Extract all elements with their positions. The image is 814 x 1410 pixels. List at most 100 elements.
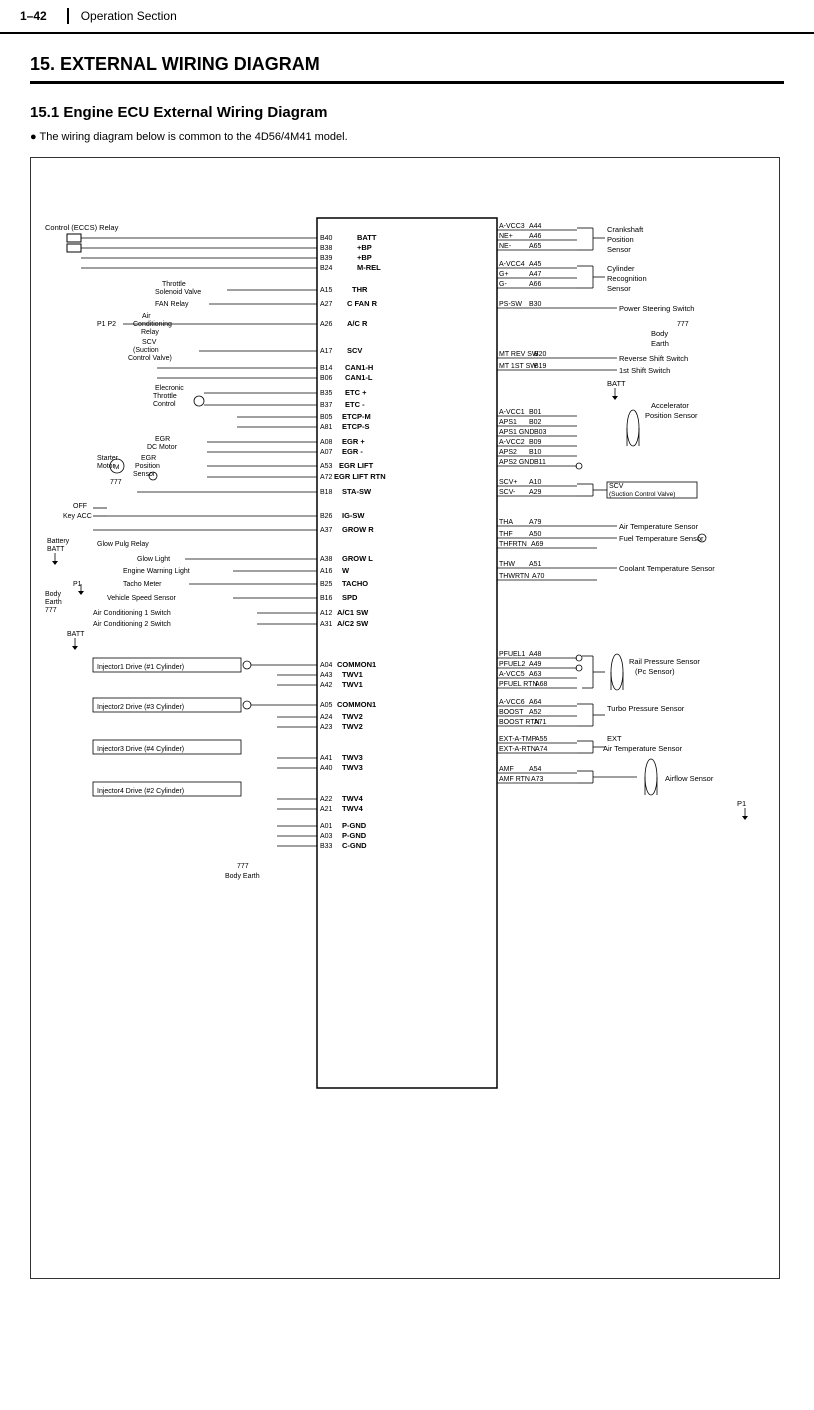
svg-text:A72: A72 <box>320 474 333 481</box>
svg-text:A47: A47 <box>529 271 542 278</box>
svg-text:B10: B10 <box>529 449 542 456</box>
svg-text:P1 P2: P1 P2 <box>97 321 116 328</box>
svg-text:FAN Relay: FAN Relay <box>155 301 189 308</box>
svg-text:NE-: NE- <box>499 243 512 250</box>
svg-text:A27: A27 <box>320 301 333 308</box>
svg-text:A05: A05 <box>320 702 333 709</box>
svg-text:(Suction Control Valve): (Suction Control Valve) <box>609 491 675 498</box>
svg-text:IG-SW: IG-SW <box>342 511 365 520</box>
svg-text:Body: Body <box>45 591 61 598</box>
svg-text:A04: A04 <box>320 662 333 669</box>
wiring-diagram: Control (ECCS) Relay B40 BATT B38 +BP B3… <box>30 157 780 1279</box>
note: ● The wiring diagram below is common to … <box>30 131 784 143</box>
svg-text:Sensor: Sensor <box>607 245 631 254</box>
svg-text:A21: A21 <box>320 806 333 813</box>
svg-text:PS-SW: PS-SW <box>499 301 522 308</box>
svg-text:COMMON1: COMMON1 <box>337 660 376 669</box>
svg-text:Sensor: Sensor <box>607 284 631 293</box>
svg-text:G+: G+ <box>499 271 509 278</box>
svg-text:A16: A16 <box>320 568 333 575</box>
svg-text:Coolant Temperature Sensor: Coolant Temperature Sensor <box>619 564 715 573</box>
svg-text:STA-SW: STA-SW <box>342 487 372 496</box>
svg-text:APS1: APS1 <box>499 419 517 426</box>
svg-text:A29: A29 <box>529 489 542 496</box>
svg-text:BATT: BATT <box>67 631 85 638</box>
svg-text:SPD: SPD <box>342 593 358 602</box>
svg-text:A46: A46 <box>529 233 542 240</box>
svg-text:DC Motor: DC Motor <box>147 444 178 451</box>
svg-text:Recognition: Recognition <box>607 274 647 283</box>
svg-text:A48: A48 <box>529 651 542 658</box>
svg-text:A03: A03 <box>320 833 333 840</box>
svg-text:Position: Position <box>135 463 160 470</box>
svg-text:P1: P1 <box>737 799 746 808</box>
svg-text:ETCP-S: ETCP-S <box>342 422 370 431</box>
svg-text:A69: A69 <box>531 541 544 548</box>
svg-text:A49: A49 <box>529 661 542 668</box>
svg-text:Earth: Earth <box>45 599 62 606</box>
svg-text:A65: A65 <box>529 243 542 250</box>
svg-text:(Suction: (Suction <box>133 347 159 354</box>
svg-text:C-GND: C-GND <box>342 841 367 850</box>
svg-text:A/C1 SW: A/C1 SW <box>337 608 369 617</box>
svg-text:Body: Body <box>651 329 668 338</box>
svg-text:B18: B18 <box>320 489 333 496</box>
svg-text:Air: Air <box>142 313 151 320</box>
svg-text:THWRTN: THWRTN <box>499 573 529 580</box>
svg-text:Injector4 Drive (#2 Cylinder): Injector4 Drive (#2 Cylinder) <box>97 788 184 795</box>
svg-text:B19: B19 <box>534 363 547 370</box>
svg-text:B01: B01 <box>529 409 542 416</box>
svg-text:TWV2: TWV2 <box>342 722 363 731</box>
svg-text:ACC: ACC <box>77 513 92 520</box>
svg-text:Turbo Pressure Sensor: Turbo Pressure Sensor <box>607 704 685 713</box>
svg-text:A07: A07 <box>320 449 333 456</box>
svg-text:MT 1ST SW: MT 1ST SW <box>499 363 537 370</box>
svg-text:Body Earth: Body Earth <box>225 873 260 880</box>
svg-text:Earth: Earth <box>651 339 669 348</box>
svg-text:A52: A52 <box>529 709 542 716</box>
svg-text:M-REL: M-REL <box>357 263 381 272</box>
page-content: 15. EXTERNAL WIRING DIAGRAM 15.1 Engine … <box>0 34 814 1299</box>
svg-text:A01: A01 <box>320 823 333 830</box>
svg-text:Battery: Battery <box>47 538 70 545</box>
svg-text:Conditioning: Conditioning <box>133 321 172 328</box>
svg-text:SCV+: SCV+ <box>499 479 517 486</box>
svg-text:SCV-: SCV- <box>499 489 516 496</box>
svg-text:Throttle: Throttle <box>162 281 186 288</box>
svg-text:A12: A12 <box>320 610 333 617</box>
svg-text:EGR: EGR <box>155 436 170 443</box>
svg-text:Throttle: Throttle <box>153 393 177 400</box>
svg-text:A63: A63 <box>529 671 542 678</box>
svg-text:THW: THW <box>499 561 515 568</box>
svg-text:A08: A08 <box>320 439 333 446</box>
svg-text:B24: B24 <box>320 265 333 272</box>
svg-text:Control: Control <box>153 401 176 408</box>
svg-text:Position: Position <box>607 235 634 244</box>
svg-text:B38: B38 <box>320 245 333 252</box>
svg-text:A66: A66 <box>529 281 542 288</box>
svg-text:A23: A23 <box>320 724 333 731</box>
svg-text:A-VCC1: A-VCC1 <box>499 409 525 416</box>
page-number: 1–42 <box>20 9 47 23</box>
section-label: Operation Section <box>81 9 177 23</box>
svg-text:A22: A22 <box>320 796 333 803</box>
svg-text:B39: B39 <box>320 255 333 262</box>
svg-text:SCV: SCV <box>347 346 362 355</box>
svg-text:A51: A51 <box>529 561 542 568</box>
svg-text:EGR +: EGR + <box>342 437 365 446</box>
svg-text:+BP: +BP <box>357 253 372 262</box>
svg-text:BATT: BATT <box>357 233 377 242</box>
svg-text:APS2: APS2 <box>499 449 517 456</box>
svg-text:APS2 GND: APS2 GND <box>499 459 534 466</box>
svg-text:Control (ECCS) Relay: Control (ECCS) Relay <box>45 223 119 232</box>
svg-text:A45: A45 <box>529 261 542 268</box>
svg-text:ETCP-M: ETCP-M <box>342 412 371 421</box>
svg-text:Air Temperature Sensor: Air Temperature Sensor <box>619 522 699 531</box>
svg-text:B05: B05 <box>320 414 333 421</box>
svg-text:B30: B30 <box>529 301 542 308</box>
svg-text:TACHO: TACHO <box>342 579 368 588</box>
svg-text:B03: B03 <box>534 429 547 436</box>
vertical-divider <box>67 8 69 24</box>
svg-text:AMF: AMF <box>499 766 514 773</box>
svg-text:P-GND: P-GND <box>342 831 367 840</box>
